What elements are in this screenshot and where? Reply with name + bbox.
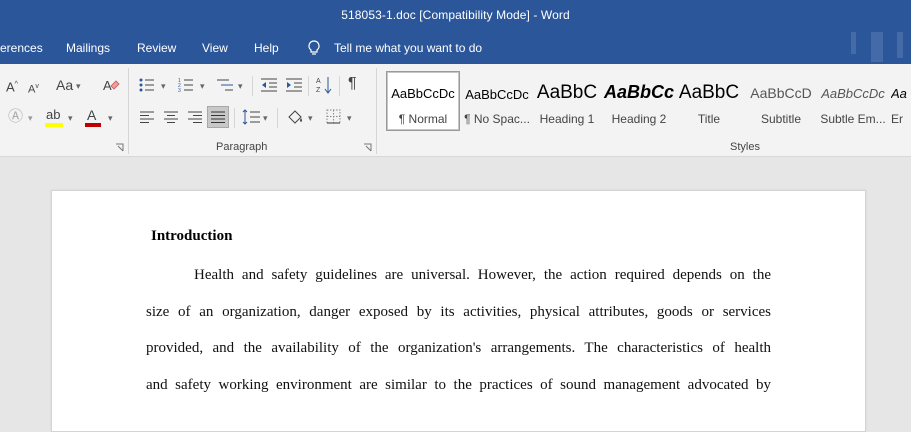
increase-indent-icon[interactable] [286,78,302,92]
style-normal[interactable]: AaBbCcDc ¶ Normal [386,71,460,131]
bullets-icon[interactable] [139,78,155,92]
grow-font-icon[interactable]: A^ [6,77,18,95]
styles-gallery: AaBbCcDc ¶ Normal AaBbCcDc ¶ No Spac... … [383,68,911,134]
tab-view[interactable]: View [202,41,228,55]
separator [277,108,278,128]
tab-review[interactable]: Review [137,41,176,55]
chevron-down-icon[interactable]: ▾ [108,110,113,126]
separator [308,76,309,96]
style-name: ¶ Normal [398,112,448,126]
sort-icon[interactable]: AZ [316,76,332,94]
style-emphasis[interactable]: Aa Er [891,72,911,130]
styles-group-label: Styles [730,141,760,153]
svg-text:Z: Z [316,87,321,94]
separator [252,76,253,96]
ribbon-tabs: erences Mailings Review View Help Tell m… [0,32,911,64]
ribbon: A^ Av Aa ▾ A Ⓐ ▾ ab ▾ A ▾ ▾ 123 ▾ ▾ AZ ¶… [0,64,911,157]
highlight-icon[interactable]: ab [46,107,60,123]
chevron-down-icon[interactable]: ▾ [76,78,81,94]
svg-text:A: A [316,78,321,85]
style-sample: AaBbCcD [750,85,812,101]
chevron-down-icon[interactable]: ▾ [263,110,268,126]
align-left-icon[interactable] [140,111,154,123]
chevron-down-icon[interactable]: ▾ [68,110,73,126]
style-sample: Aa [891,86,907,101]
style-sample: AaBbCc [603,82,674,102]
line-spacing-icon[interactable] [242,109,260,125]
justify-icon [211,111,225,123]
style-sample: AaBbCcDc [391,86,455,101]
style-heading-1[interactable]: AaBbC Heading 1 [531,72,603,130]
paragraph-line: size of an organization, danger exposed … [146,303,771,320]
separator [339,76,340,96]
change-case-button[interactable]: Aa [56,77,73,93]
chevron-down-icon[interactable]: ▾ [200,78,205,94]
style-name: Subtitle [760,112,802,126]
svg-text:3: 3 [178,88,181,92]
text-effects-icon[interactable]: Ⓐ [8,109,23,125]
menu-bar-decoration [841,32,911,64]
tell-me-search[interactable]: Tell me what you want to do [334,41,482,55]
chevron-down-icon[interactable]: ▾ [28,110,33,126]
style-subtle-emphasis[interactable]: AaBbCcDc Subtle Em... [817,72,889,130]
align-center-icon[interactable] [164,111,178,123]
document-page[interactable]: Introduction Health and safety guideline… [51,190,866,432]
tab-references[interactable]: erences [0,41,43,55]
tab-help[interactable]: Help [254,41,279,55]
highlight-color-swatch [45,123,63,127]
paragraph-dialog-launcher-icon[interactable] [363,143,372,152]
group-separator [376,68,377,154]
chevron-down-icon[interactable]: ▾ [161,78,166,94]
style-name: Er [891,112,903,126]
document-heading: Introduction [151,228,233,244]
style-name: Heading 1 [539,112,595,126]
svg-text:A: A [103,78,112,93]
paragraph-line: and safety working environment are simil… [146,376,771,393]
style-sample: AaBbCcDc [821,86,885,101]
document-paragraph: Health and safety guidelines are univers… [146,257,771,403]
style-name: Subtle Em... [820,112,886,126]
justify-button[interactable] [207,106,229,128]
tab-mailings[interactable]: Mailings [66,41,110,55]
document-area[interactable]: Introduction Health and safety guideline… [0,157,911,432]
paragraph-group-label: Paragraph [216,141,268,153]
paragraph-line: provided, and the availability of the or… [146,340,771,356]
group-separator [128,68,129,154]
multilevel-list-icon[interactable] [217,78,233,92]
shrink-font-icon[interactable]: Av [28,79,39,98]
chevron-down-icon[interactable]: ▾ [308,110,313,126]
font-dialog-launcher-icon[interactable] [115,143,124,152]
numbering-icon[interactable]: 123 [178,78,194,92]
show-formatting-marks-icon[interactable]: ¶ [348,76,357,92]
title-bar: 518053-1.doc [Compatibility Mode] - Word [0,0,911,64]
lightbulb-icon [308,40,320,55]
borders-icon[interactable] [326,109,341,124]
clear-formatting-icon[interactable]: A [103,78,120,94]
style-name: Title [697,112,721,126]
style-sample: AaBbC [678,82,740,103]
separator [234,108,235,128]
style-sample: AaBbC [536,82,598,103]
style-name: ¶ No Spac... [464,112,530,126]
shading-icon[interactable] [286,108,304,126]
font-color-swatch [85,123,101,127]
style-subtitle[interactable]: AaBbCcD Subtitle [745,72,817,130]
style-name: Heading 2 [611,112,667,126]
style-title[interactable]: AaBbC Title [673,72,745,130]
font-color-icon[interactable]: A [87,107,96,123]
style-no-spacing[interactable]: AaBbCcDc ¶ No Spac... [461,72,533,130]
decrease-indent-icon[interactable] [261,78,277,92]
style-sample: AaBbCcDc [465,87,529,102]
align-right-icon[interactable] [188,111,202,123]
paragraph-line: Health and safety guidelines are univers… [194,267,771,283]
window-title: 518053-1.doc [Compatibility Mode] - Word [341,8,570,22]
style-heading-2[interactable]: AaBbCc Heading 2 [603,72,675,130]
chevron-down-icon[interactable]: ▾ [238,78,243,94]
chevron-down-icon[interactable]: ▾ [347,110,352,126]
